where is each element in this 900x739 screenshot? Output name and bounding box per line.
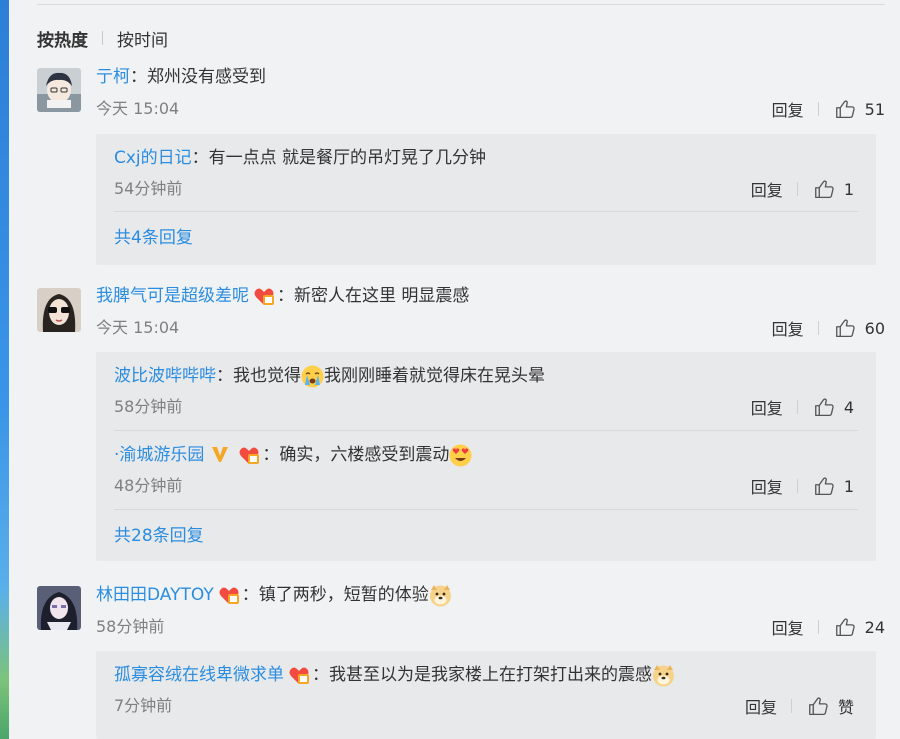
comment-time: 今天 15:04: [96, 99, 180, 118]
sort-separator: [102, 31, 103, 45]
avatar[interactable]: [37, 586, 81, 630]
like-button[interactable]: 1: [814, 179, 854, 200]
reply-item: ·渝城游乐园 ： 确实，六楼感受到震动 48分钟前 回复 1: [96, 431, 876, 510]
divider: [114, 211, 858, 212]
divider: [114, 509, 858, 510]
reply-button[interactable]: 回复: [772, 316, 804, 340]
colon: ：: [312, 665, 329, 685]
reply-author[interactable]: 波比波哔哔哔: [114, 364, 216, 388]
reply-item: 孤寡容绒在线卑微求单 ： 我甚至以为是我家楼上在打架打出来的震感 7分钟前 回复…: [96, 651, 876, 739]
comment-time: 58分钟前: [96, 617, 165, 636]
sort-bar: 按热度 按时间: [37, 26, 168, 51]
comment-time: 今天 15:04: [96, 318, 180, 337]
reply-button[interactable]: 回复: [751, 474, 783, 498]
reply-text: 我甚至以为是我家楼上在打架打出来的震感: [329, 665, 652, 685]
reply-list: 孤寡容绒在线卑微求单 ： 我甚至以为是我家楼上在打架打出来的震感 7分钟前 回复…: [96, 651, 876, 739]
reply-button[interactable]: 回复: [772, 615, 804, 639]
crying-emoji-icon: [301, 365, 324, 388]
action-separator: [817, 321, 819, 335]
reply-time: 58分钟前: [114, 397, 183, 416]
reply-text: 有一点点 就是餐厅的吊灯晃了几分钟: [208, 148, 487, 168]
sort-by-hot[interactable]: 按热度: [37, 26, 88, 51]
fan-badge-icon: [288, 664, 310, 686]
reply-button[interactable]: 回复: [745, 694, 777, 718]
reply-button[interactable]: 回复: [751, 177, 783, 201]
view-more-replies[interactable]: 共4条回复: [96, 226, 876, 250]
comment-text: 郑州没有感受到: [147, 67, 266, 87]
reply-list: Cxj的日记 ： 有一点点 就是餐厅的吊灯晃了几分钟 54分钟前 回复 1 共4…: [96, 134, 876, 265]
like-button[interactable]: 60: [835, 318, 885, 339]
like-button[interactable]: 51: [835, 99, 885, 120]
desktop-edge: [0, 0, 9, 739]
action-separator: [790, 699, 792, 713]
reply-item: 波比波哔哔哔 ： 我也觉得 我刚刚睡着就觉得床在晃头晕 58分钟前 回复 4: [96, 352, 876, 431]
reply-button[interactable]: 回复: [751, 395, 783, 419]
comment-text: 镇了两秒，短暂的体验: [258, 585, 429, 605]
fan-badge-icon: [253, 285, 275, 307]
like-count: 4: [843, 397, 854, 417]
thumbs-up-icon: [835, 318, 855, 337]
colon: ：: [130, 67, 147, 87]
reply-time: 54分钟前: [114, 179, 183, 198]
comment-text: 新密人在这里 明显震感: [294, 286, 470, 306]
doge-emoji-icon: [429, 584, 452, 607]
comment-author[interactable]: 我脾气可是超级差呢: [96, 284, 249, 308]
reply-text: 我刚刚睡着就觉得床在晃头晕: [324, 366, 545, 386]
reply-text: 我也觉得: [233, 366, 301, 386]
colon: ：: [191, 148, 209, 168]
reply-time: 7分钟前: [114, 696, 173, 715]
colon: ：: [216, 366, 233, 386]
reply-text: 确实，六楼感受到震动: [279, 445, 450, 465]
fan-badge-icon: [238, 444, 260, 466]
avatar[interactable]: [37, 68, 81, 112]
divider: [37, 4, 885, 5]
like-count: 60: [864, 318, 885, 338]
reply-list: 波比波哔哔哔 ： 我也觉得 我刚刚睡着就觉得床在晃头晕 58分钟前 回复 4 ·…: [96, 352, 876, 561]
reply-item: Cxj的日记 ： 有一点点 就是餐厅的吊灯晃了几分钟 54分钟前 回复 1: [96, 134, 876, 212]
heart-eyes-emoji-icon: [449, 444, 472, 467]
like-button[interactable]: 24: [835, 617, 885, 638]
like-count: 1: [843, 476, 854, 496]
action-separator: [796, 400, 798, 414]
sort-by-time[interactable]: 按时间: [117, 26, 168, 51]
comment-author[interactable]: 林田田DAYTOY: [96, 583, 214, 607]
thumbs-up-icon: [814, 179, 834, 198]
like-button[interactable]: 1: [814, 476, 854, 497]
like-button[interactable]: 4: [814, 397, 854, 418]
doge-emoji-icon: [652, 664, 675, 687]
thumbs-up-icon: [835, 617, 855, 636]
like-count: 1: [843, 179, 854, 199]
colon: ：: [241, 585, 259, 605]
verified-v-icon: [210, 444, 232, 466]
like-count: 24: [864, 617, 885, 637]
like-button[interactable]: 赞: [808, 694, 854, 718]
action-separator: [796, 479, 798, 493]
action-separator: [817, 102, 819, 116]
action-separator: [796, 182, 798, 196]
fan-badge-icon: [218, 584, 240, 606]
reply-button[interactable]: 回复: [772, 97, 804, 121]
colon: ：: [277, 286, 294, 306]
reply-author[interactable]: 孤寡容绒在线卑微求单: [114, 663, 284, 687]
action-separator: [817, 620, 819, 634]
reply-author[interactable]: Cxj的日记: [114, 146, 192, 170]
thumbs-up-icon: [814, 397, 834, 416]
comment-author[interactable]: 亍柯: [96, 65, 130, 89]
thumbs-up-icon: [835, 99, 855, 118]
reply-author[interactable]: ·渝城游乐园: [114, 443, 204, 467]
like-count: 赞: [837, 698, 854, 717]
colon: ：: [262, 445, 280, 465]
view-more-replies[interactable]: 共28条回复: [96, 524, 876, 548]
thumbs-up-icon: [809, 696, 828, 715]
reply-time: 48分钟前: [114, 476, 183, 495]
thumbs-up-icon: [814, 476, 834, 495]
comments-panel: 按热度 按时间 亍柯 ： 郑州没有感受到 今天 15:04 回复 51 Cxj的…: [9, 0, 900, 739]
like-count: 51: [864, 99, 885, 119]
avatar[interactable]: [37, 288, 81, 332]
